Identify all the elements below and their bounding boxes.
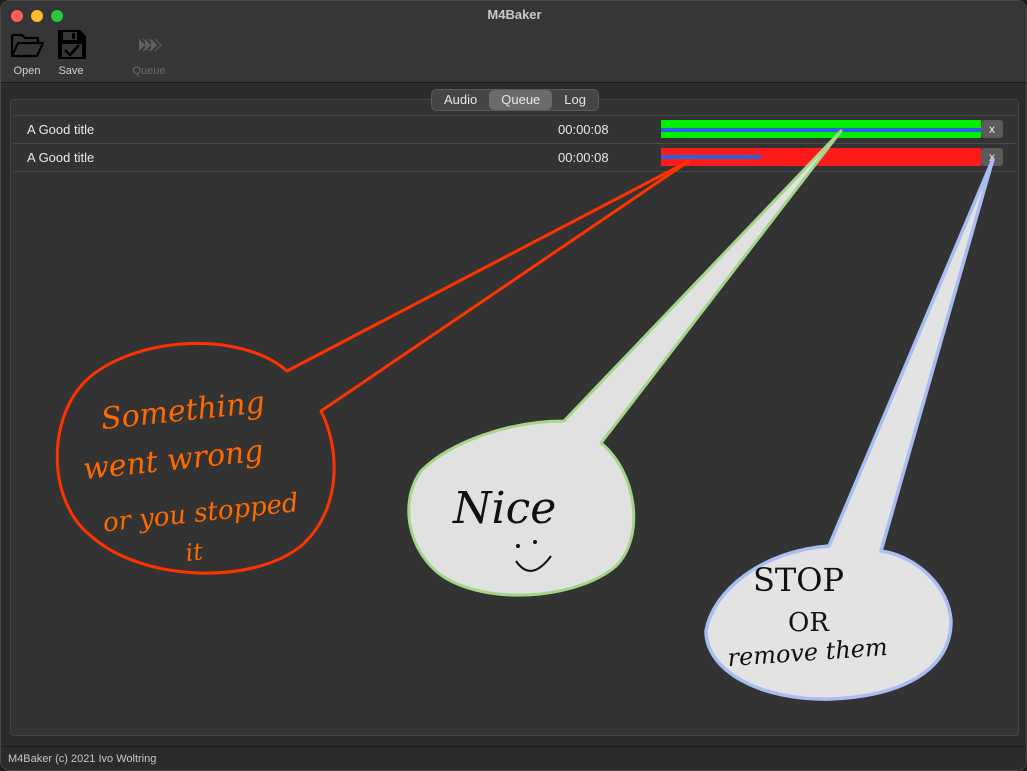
status-progress-bar <box>661 148 981 166</box>
title-bar: M4Baker Open Save Queue <box>1 1 1026 83</box>
remove-button[interactable]: x <box>981 148 1003 166</box>
list-divider <box>13 171 1016 172</box>
status-bar-text: M4Baker (c) 2021 Ivo Woltring <box>8 753 157 765</box>
main-content <box>1 84 1026 746</box>
tab-log[interactable]: Log <box>552 90 598 110</box>
folder-open-icon <box>10 33 45 58</box>
queue-item-title: A Good title <box>27 122 95 137</box>
queue-row[interactable]: A Good title 00:00:08 x <box>13 115 1016 143</box>
queue-row[interactable]: A Good title 00:00:08 x <box>13 143 1016 171</box>
view-tabs: Audio Queue Log <box>431 89 599 111</box>
open-label: Open <box>13 65 41 77</box>
fast-forward-icon <box>139 38 162 52</box>
queue-item-duration: 00:00:08 <box>558 150 609 165</box>
window-title: M4Baker <box>487 7 542 22</box>
tab-queue[interactable]: Queue <box>489 90 553 110</box>
queue-item-duration: 00:00:08 <box>558 122 609 137</box>
status-bar: M4Baker (c) 2021 Ivo Woltring <box>1 746 1026 770</box>
remove-button[interactable]: x <box>981 120 1003 138</box>
queue-label: Queue <box>132 65 166 77</box>
save-icon <box>58 30 86 59</box>
queue-button[interactable]: Queue <box>127 29 171 81</box>
tab-audio[interactable]: Audio <box>432 90 489 110</box>
save-label: Save <box>58 65 84 77</box>
app-window: M4Baker Open Save Queue Audio Queue Log … <box>0 0 1027 771</box>
queue-item-title: A Good title <box>27 150 95 165</box>
queue-panel <box>10 99 1019 736</box>
save-button[interactable]: Save <box>49 29 93 81</box>
status-progress-bar <box>661 120 981 138</box>
open-button[interactable]: Open <box>5 29 49 81</box>
